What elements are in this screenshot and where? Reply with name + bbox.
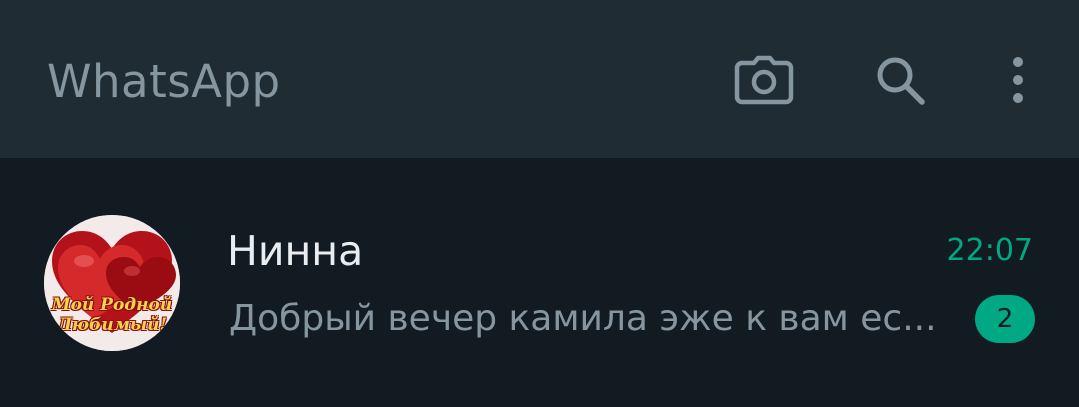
search-icon [877, 57, 925, 105]
contact-name: Нинна [227, 227, 364, 275]
more-options-button[interactable] [1000, 50, 1036, 110]
avatar-caption-line1: Мой Родной [51, 295, 173, 315]
whatsapp-app: WhatsApp Мой Родной Любимый! Нинна 22:07… [0, 0, 1079, 407]
chat-timestamp: 22:07 [946, 233, 1033, 268]
search-button[interactable] [868, 50, 932, 110]
avatar[interactable]: Мой Родной Любимый! [44, 215, 180, 351]
avatar-caption-line2: Любимый! [57, 315, 167, 335]
chat-list-item[interactable]: Мой Родной Любимый! Нинна 22:07 Добрый в… [0, 188, 1079, 378]
camera-icon [734, 55, 794, 105]
last-message-preview: Добрый вечер камила эже к вам ес... [229, 298, 937, 339]
app-title: WhatsApp [47, 55, 281, 108]
top-app-bar: WhatsApp [0, 0, 1079, 158]
more-vertical-icon [1013, 57, 1023, 103]
camera-button[interactable] [730, 50, 798, 110]
unread-count-badge: 2 [975, 295, 1035, 343]
